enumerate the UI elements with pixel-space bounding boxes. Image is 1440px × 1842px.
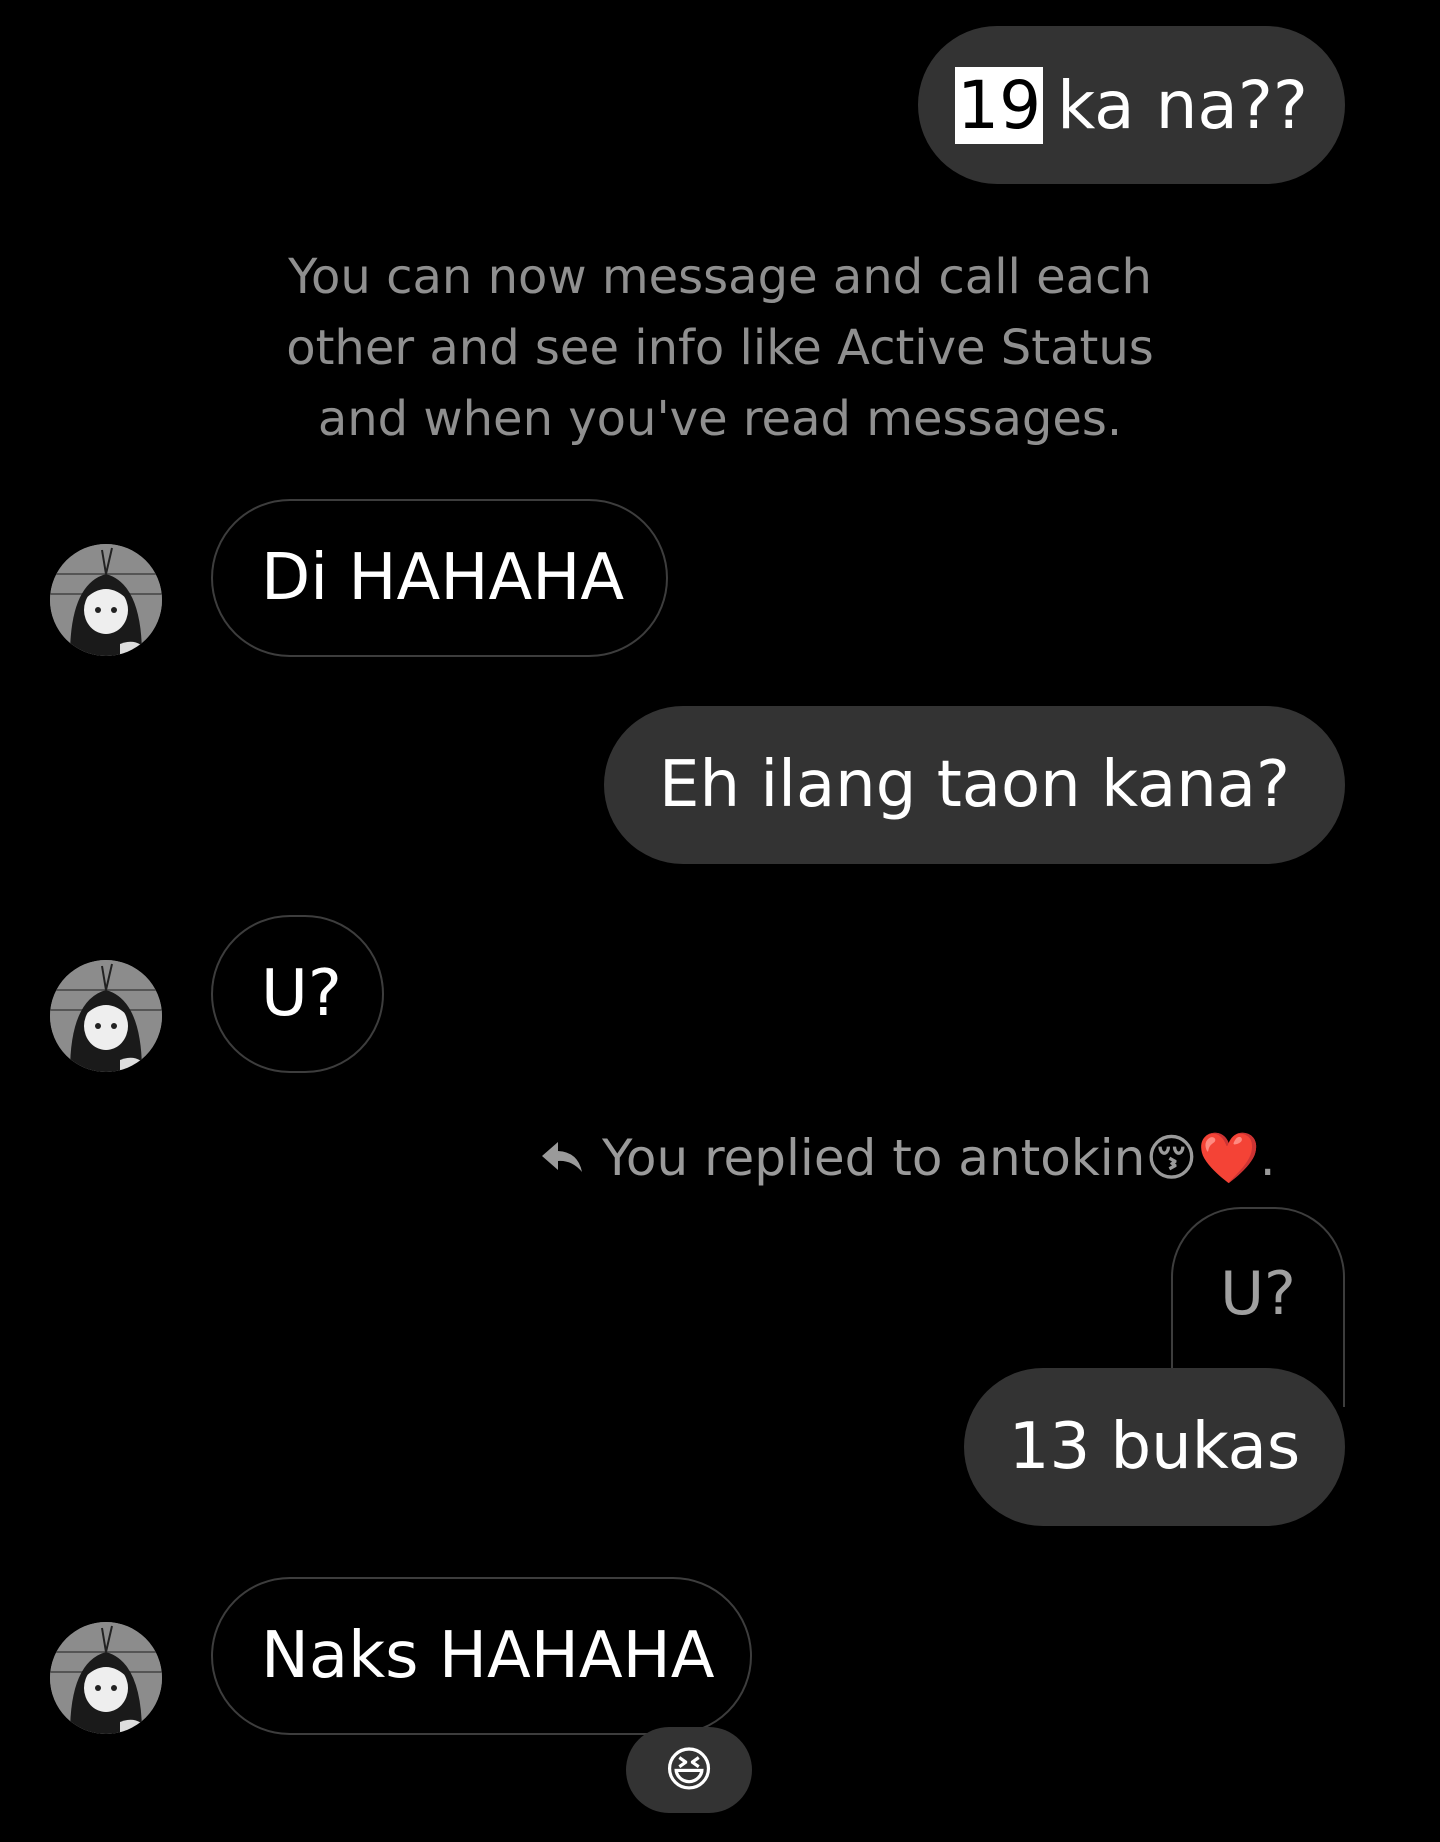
message-text: Naks HAHAHA — [261, 1619, 715, 1693]
message-text: ka na?? — [1057, 66, 1308, 144]
quoted-text: U? — [1220, 1259, 1296, 1329]
message-text: 13 bukas — [1008, 1410, 1301, 1484]
message-text: Di HAHAHA — [261, 541, 625, 615]
received-message-bubble[interactable]: Naks HAHAHA — [211, 1577, 752, 1735]
reply-header: You replied to antokin😚❤️. — [540, 1120, 1276, 1196]
anime-girl-avatar-icon — [50, 1622, 162, 1734]
received-message-bubble[interactable]: Di HAHAHA — [211, 499, 668, 657]
reaction-badge[interactable]: 😆 — [626, 1727, 752, 1813]
message-text: Eh ilang taon kana? — [659, 748, 1290, 822]
received-message-bubble[interactable]: U? — [211, 915, 384, 1073]
avatar[interactable] — [50, 544, 162, 656]
anime-girl-avatar-icon — [50, 960, 162, 1072]
message-text: U? — [261, 957, 342, 1031]
anime-girl-avatar-icon — [50, 544, 162, 656]
reply-header-text: You replied to antokin😚❤️. — [602, 1128, 1276, 1187]
sent-message-bubble[interactable]: 19 ka na?? — [918, 26, 1345, 184]
avatar[interactable] — [50, 1622, 162, 1734]
highlighted-number: 19 — [955, 66, 1044, 144]
reply-arrow-icon — [540, 1140, 584, 1176]
sent-message-bubble[interactable]: Eh ilang taon kana? — [604, 706, 1345, 864]
laughing-emoji-icon: 😆 — [663, 1742, 715, 1798]
avatar[interactable] — [50, 960, 162, 1072]
system-notice: You can now message and call each other … — [286, 249, 1154, 447]
sent-reply-bubble[interactable]: 13 bukas — [964, 1368, 1345, 1526]
